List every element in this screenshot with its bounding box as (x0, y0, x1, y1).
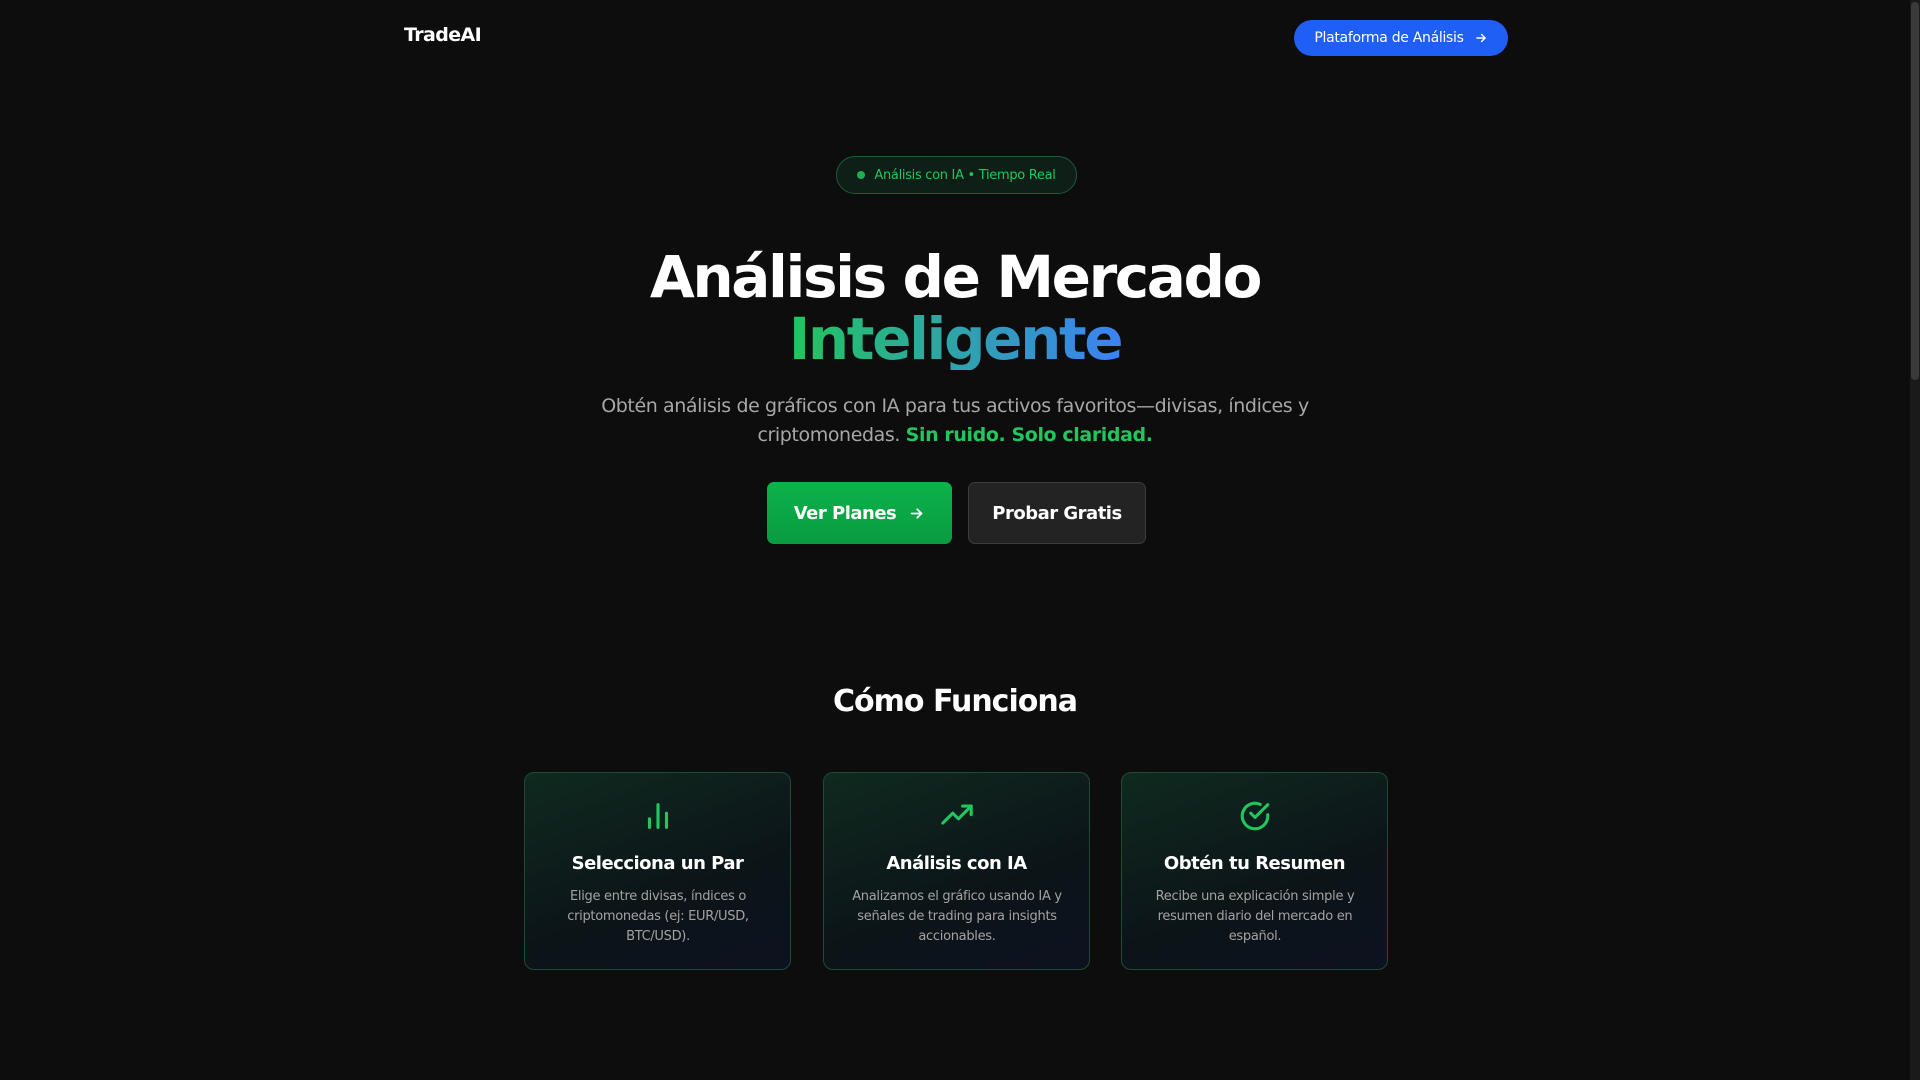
arrow-right-icon (910, 507, 923, 519)
feature-badge: Análisis con IA • Tiempo Real (836, 156, 1077, 194)
card-icon-wrap (824, 799, 1089, 833)
platform-button-label: Plataforma de Análisis (1314, 30, 1464, 46)
check-circle-icon (1240, 801, 1269, 831)
status-dot-icon (857, 171, 866, 179)
step-card-get-summary: Obtén tu Resumen Recibe una explicación … (1121, 772, 1388, 970)
how-it-works-title: Cómo Funciona (833, 684, 1078, 719)
card-title: Selecciona un Par (571, 853, 744, 874)
card-description: Analizamos el gráfico usando IA y señale… (852, 889, 1062, 944)
card-icon-wrap (1122, 799, 1387, 833)
card-title: Obtén tu Resumen (1163, 853, 1346, 874)
scrollbar-track[interactable] (1910, 0, 1920, 1080)
try-free-button[interactable]: Probar Gratis (968, 482, 1146, 544)
hero-subtitle: Obtén análisis de gráficos con IA para t… (560, 392, 1350, 450)
card-title: Análisis con IA (886, 853, 1027, 874)
platform-button[interactable]: Plataforma de Análisis (1294, 20, 1508, 56)
hero-title: Análisis de Mercado Inteligente (0, 246, 1910, 370)
landing-page: TradeAI Plataforma de Análisis Análisis … (0, 0, 1910, 1080)
top-nav: TradeAI Plataforma de Análisis (0, 0, 1910, 76)
trending-up-icon (940, 804, 973, 825)
bar-chart-icon (647, 803, 668, 829)
view-plans-label: Ver Planes (793, 502, 897, 524)
logo[interactable]: TradeAI (404, 24, 482, 46)
card-description: Recibe una explicación simple y resumen … (1155, 889, 1355, 944)
scrollbar-thumb[interactable] (1911, 2, 1919, 380)
badge-text: Análisis con IA • Tiempo Real (874, 167, 1056, 183)
step-card-select-pair: Selecciona un Par Elige entre divisas, í… (524, 772, 791, 970)
card-description: Elige entre divisas, índices o criptomon… (567, 889, 749, 944)
arrow-right-icon (1475, 33, 1486, 43)
hero-title-highlight: Inteligente (788, 305, 1124, 373)
card-icon-wrap (525, 799, 790, 833)
hero-title-line1: Análisis de Mercado (649, 243, 1263, 311)
view-plans-button[interactable]: Ver Planes (767, 482, 952, 544)
step-card-ai-analysis: Análisis con IA Analizamos el gráfico us… (823, 772, 1090, 970)
hero-subtitle-accent: Sin ruido. Solo claridad. (905, 424, 1153, 446)
